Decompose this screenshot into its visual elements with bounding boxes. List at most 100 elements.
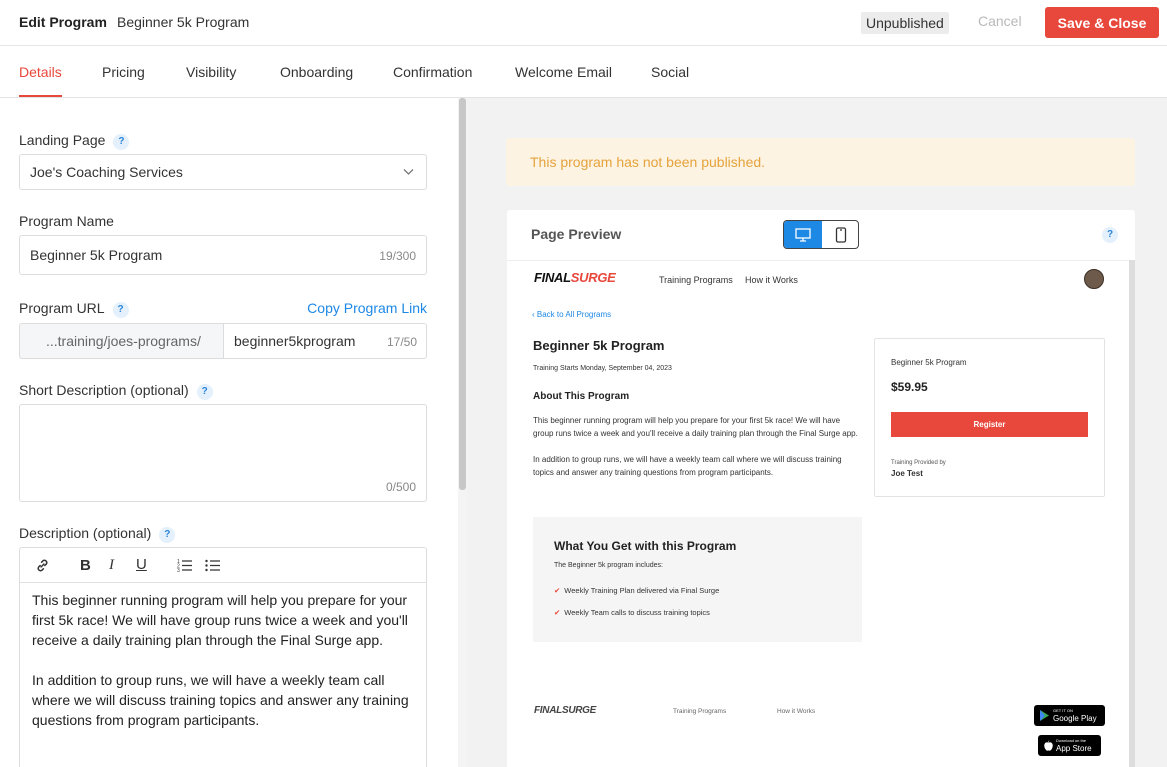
- back-link-text: Back to All Programs: [536, 310, 612, 319]
- bullet-list-icon[interactable]: [205, 558, 220, 572]
- tab-confirmation[interactable]: Confirmation: [393, 64, 472, 80]
- logo-prefix: FINAL: [534, 270, 571, 285]
- what-you-get-intro: The Beginner 5k program includes:: [554, 562, 663, 569]
- footer-logo: FINALSURGE: [534, 705, 596, 716]
- checkmark-icon: ✔: [554, 608, 561, 617]
- program-url-counter: 17/50: [386, 335, 417, 349]
- program-name-label: Program Name: [19, 213, 114, 229]
- active-tab-indicator: [19, 95, 62, 97]
- landing-page-label-text: Landing Page: [19, 132, 106, 148]
- landing-page-label: Landing Page?: [19, 132, 130, 150]
- tab-onboarding[interactable]: Onboarding: [280, 64, 353, 80]
- provider-name: Joe Test: [891, 469, 923, 478]
- badge-small-text: GET IT ON: [1053, 708, 1073, 713]
- unpublished-notice: This program has not been published.: [506, 138, 1135, 186]
- help-icon[interactable]: ?: [112, 302, 129, 318]
- preview-frame: FINALSURGE Training Programs How it Work…: [507, 260, 1129, 767]
- badge-big-text: Google Play: [1053, 714, 1097, 723]
- desktop-icon: [795, 227, 811, 242]
- logo-prefix: FINAL: [534, 705, 562, 716]
- about-heading: About This Program: [533, 391, 630, 402]
- google-play-badge[interactable]: GET IT ON Google Play: [1034, 705, 1105, 726]
- preview-nav-training[interactable]: Training Programs: [659, 275, 733, 285]
- tab-pricing[interactable]: Pricing: [102, 64, 145, 80]
- program-name-counter: 19/300: [379, 249, 416, 263]
- page-preview-title: Page Preview: [531, 226, 622, 242]
- footer-nav-training[interactable]: Training Programs: [673, 708, 726, 715]
- description-editor[interactable]: B I U 123 This beginner running program …: [19, 547, 427, 767]
- list-item: ✔ Weekly Team calls to discuss training t…: [554, 608, 710, 617]
- copy-program-link[interactable]: Copy Program Link: [307, 300, 427, 316]
- program-url-prefix-text: ...training/joes-programs/: [46, 333, 201, 349]
- what-you-get-box: What You Get with this Program The Begin…: [533, 517, 862, 642]
- editor-toolbar: B I U 123: [20, 548, 426, 583]
- short-description-label-text: Short Description (optional): [19, 382, 189, 398]
- mobile-view-button[interactable]: [822, 221, 858, 248]
- short-description-label: Short Description (optional)?: [19, 382, 213, 400]
- description-label-text: Description (optional): [19, 525, 152, 541]
- device-toggle: [783, 220, 859, 249]
- landing-page-value: Joe's Coaching Services: [30, 164, 183, 180]
- preview-scrollbar[interactable]: [1129, 260, 1135, 767]
- tab-social[interactable]: Social: [651, 64, 689, 80]
- ordered-list-icon[interactable]: 123: [177, 558, 192, 572]
- description-paragraph: This beginner running program will help …: [32, 592, 408, 648]
- form-scrollbar-thumb[interactable]: [459, 98, 466, 490]
- final-surge-logo: FINALSURGE: [534, 270, 616, 285]
- program-url-label: Program URL?: [19, 300, 129, 318]
- preview-program-title: Beginner 5k Program: [533, 338, 665, 353]
- short-description-counter: 0/500: [385, 480, 416, 494]
- footer-nav-how[interactable]: How it Works: [777, 708, 815, 715]
- preview-panel: This program has not been published. Pag…: [467, 98, 1167, 767]
- purchase-program-name: Beginner 5k Program: [891, 358, 967, 367]
- help-icon[interactable]: ?: [113, 134, 130, 150]
- back-to-programs-link[interactable]: ‹ Back to All Programs: [532, 310, 611, 319]
- preview-start-date: Training Starts Monday, September 04, 20…: [533, 365, 672, 372]
- tab-welcome-email[interactable]: Welcome Email: [515, 64, 612, 80]
- help-icon[interactable]: ?: [159, 527, 176, 543]
- description-label: Description (optional)?: [19, 525, 176, 543]
- page-preview-card: Page Preview ? FINALSURGE Training Progr…: [507, 210, 1135, 767]
- status-badge: Unpublished: [861, 12, 949, 34]
- preview-nav-how[interactable]: How it Works: [745, 275, 798, 285]
- tab-visibility[interactable]: Visibility: [186, 64, 236, 80]
- bold-icon[interactable]: B: [80, 557, 91, 574]
- link-icon[interactable]: [35, 558, 50, 573]
- app-store-badge[interactable]: Download on the App Store: [1038, 735, 1101, 756]
- about-paragraph: In addition to group runs, we will have …: [533, 455, 842, 477]
- program-url-label-text: Program URL: [19, 300, 105, 316]
- preview-purchase-card: Beginner 5k Program $59.95 Register Trai…: [874, 338, 1105, 497]
- badge-big-text: App Store: [1056, 744, 1092, 753]
- avatar[interactable]: [1084, 269, 1104, 289]
- what-you-get-heading: What You Get with this Program: [554, 539, 737, 553]
- logo-suffix: SURGE: [561, 705, 597, 716]
- landing-page-select[interactable]: Joe's Coaching Services: [19, 154, 427, 190]
- program-url-prefix: ...training/joes-programs/: [19, 323, 223, 359]
- provided-by-label: Training Provided by: [891, 460, 946, 466]
- register-button[interactable]: Register: [891, 412, 1088, 437]
- description-paragraph: In addition to group runs, we will have …: [32, 672, 409, 728]
- mobile-icon: [835, 226, 847, 243]
- apple-icon: [1044, 740, 1053, 751]
- google-play-icon: [1040, 710, 1049, 721]
- help-icon[interactable]: ?: [1102, 227, 1118, 243]
- italic-icon[interactable]: I: [109, 557, 114, 574]
- cancel-button[interactable]: Cancel: [978, 13, 1022, 29]
- program-title: Beginner 5k Program: [117, 14, 250, 30]
- save-close-button[interactable]: Save & Close: [1045, 7, 1159, 38]
- short-description-textarea[interactable]: 0/500: [19, 404, 427, 502]
- tab-details[interactable]: Details: [19, 64, 62, 80]
- about-text: This beginner running program will help …: [533, 414, 861, 479]
- program-name-input[interactable]: Beginner 5k Program 19/300: [19, 235, 427, 275]
- unpublished-notice-text: This program has not been published.: [530, 154, 766, 170]
- svg-text:3: 3: [177, 568, 180, 572]
- desktop-view-button[interactable]: [784, 221, 822, 248]
- underline-icon[interactable]: U: [136, 556, 147, 573]
- list-item-text: Weekly Training Plan delivered via Final…: [564, 586, 720, 595]
- description-text: This beginner running program will help …: [32, 590, 420, 730]
- program-url-input[interactable]: beginner5kprogram 17/50: [223, 323, 427, 359]
- details-form: Landing Page? Joe's Coaching Services Pr…: [0, 98, 458, 767]
- tab-bar: Details Pricing Visibility Onboarding Co…: [0, 47, 1167, 98]
- purchase-price: $59.95: [891, 380, 928, 394]
- help-icon[interactable]: ?: [196, 384, 213, 400]
